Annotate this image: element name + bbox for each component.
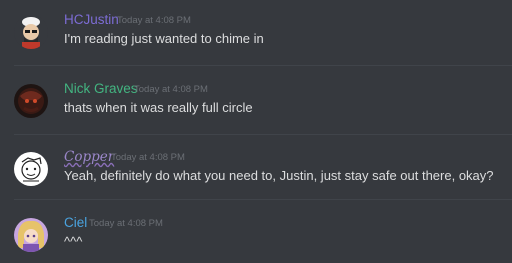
timestamp: Today at 4:08 PM (111, 152, 185, 163)
anime-girl-avatar-icon[interactable] (14, 218, 48, 252)
author-name[interactable]: Copper (64, 149, 114, 165)
message-divider (14, 199, 512, 200)
author-name[interactable]: Nick Graves (64, 81, 138, 97)
author-name[interactable]: HCJustin (64, 12, 119, 28)
timestamp: Today at 4:08 PM (117, 15, 191, 26)
message-divider (14, 134, 512, 135)
timestamp: Today at 4:08 PM (134, 84, 208, 95)
timestamp: Today at 4:08 PM (89, 218, 163, 229)
message-text: I'm reading just wanted to chime in (64, 31, 264, 46)
message-text: Yeah, definitely do what you need to, Ju… (64, 168, 494, 183)
message-text: ^^^ (64, 234, 83, 249)
dark-creature-avatar-icon[interactable] (14, 84, 48, 118)
chat-log: HCJustin Today at 4:08 PM I'm reading ju… (0, 0, 512, 263)
message-text: thats when it was really full circle (64, 100, 253, 115)
author-name[interactable]: Ciel (64, 215, 87, 231)
message: Ciel Today at 4:08 PM ^^^ (0, 215, 512, 263)
sketch-avatar-icon[interactable] (14, 152, 48, 186)
chef-avatar-icon[interactable] (14, 15, 48, 49)
message: Nick Graves Today at 4:08 PM thats when … (0, 81, 512, 129)
message: Copper Today at 4:08 PM Yeah, definitely… (0, 149, 512, 197)
message: HCJustin Today at 4:08 PM I'm reading ju… (0, 12, 512, 60)
message-divider (14, 65, 512, 66)
